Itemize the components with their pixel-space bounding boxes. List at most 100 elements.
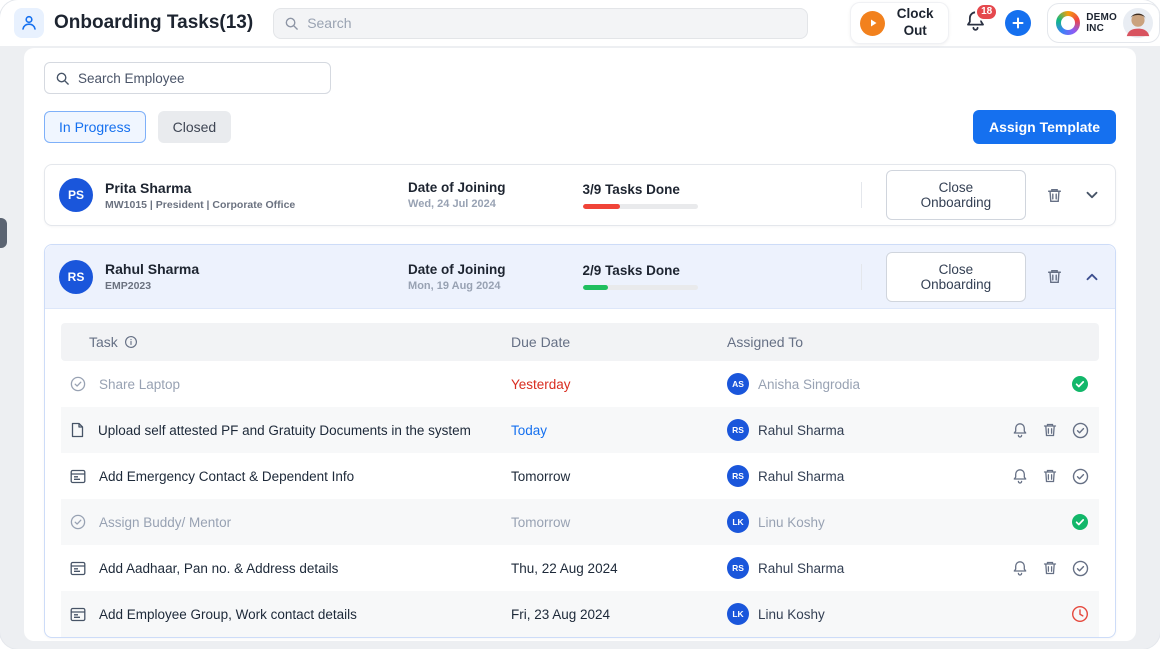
task-row[interactable]: Add Emergency Contact & Dependent Info T… [61, 453, 1099, 499]
notifications-button[interactable]: 18 [965, 10, 989, 36]
employee-card-prita: PS Prita Sharma MW1015 | President | Cor… [44, 164, 1116, 226]
user-avatar [1123, 8, 1153, 38]
check-circle-icon [70, 376, 86, 392]
check-circle-icon [70, 514, 86, 530]
task-row[interactable]: Add Employee Group, Work contact details… [61, 591, 1099, 637]
tab-closed[interactable]: Closed [158, 111, 232, 143]
assign-template-button[interactable]: Assign Template [973, 110, 1116, 144]
due-date: Thu, 22 Aug 2024 [511, 561, 618, 576]
employee-actions: Close Onboarding [886, 170, 1101, 220]
search-icon [55, 71, 70, 86]
page-title: Onboarding Tasks(13) [54, 12, 253, 34]
due-date: Fri, 23 Aug 2024 [511, 607, 610, 622]
delete-onboarding-button[interactable] [1046, 187, 1063, 204]
column-assigned-to: Assigned To [727, 334, 981, 350]
date-of-joining: Date of Joining Mon, 19 Aug 2024 [408, 262, 583, 292]
employee-identity: PS Prita Sharma MW1015 | President | Cor… [59, 178, 408, 212]
assignee-avatar: RS [727, 465, 749, 487]
assignee-avatar: AS [727, 373, 749, 395]
due-date: Today [511, 423, 547, 438]
app-window: Onboarding Tasks(13) Clock Out 18 [0, 0, 1160, 649]
task-table: Task Due Date Assigned To Share Laptop [61, 323, 1099, 637]
form-icon [70, 607, 86, 622]
company-switcher[interactable]: DEMO INC [1047, 3, 1160, 43]
tasks-progress: 3/9 Tasks Done [583, 182, 861, 209]
delete-task-icon[interactable] [1042, 468, 1058, 484]
close-onboarding-button[interactable]: Close Onboarding [886, 170, 1026, 220]
clock-out-button[interactable]: Clock Out [850, 2, 949, 44]
top-bar: Onboarding Tasks(13) Clock Out 18 [0, 0, 1160, 46]
global-search[interactable] [273, 8, 808, 39]
tasks-progress: 2/9 Tasks Done [583, 263, 861, 290]
assignee-name: Linu Koshy [758, 515, 825, 530]
global-search-input[interactable] [307, 15, 797, 31]
due-date: Yesterday [511, 377, 571, 392]
task-row[interactable]: Add Aadhaar, Pan no. & Address details T… [61, 545, 1099, 591]
task-done-icon [1071, 375, 1089, 393]
plus-icon [1012, 17, 1024, 29]
remind-bell-icon[interactable] [1012, 560, 1028, 577]
task-row[interactable]: Upload self attested PF and Gratuity Doc… [61, 407, 1099, 453]
collapse-chevron-up-icon[interactable] [1083, 268, 1101, 286]
overdue-clock-icon [1071, 605, 1089, 623]
employee-search-input[interactable] [78, 71, 320, 86]
due-date: Tomorrow [511, 515, 570, 530]
assignee-avatar: LK [727, 511, 749, 533]
delete-task-icon[interactable] [1042, 422, 1058, 438]
task-row[interactable]: Assign Buddy/ Mentor Tomorrow LK Linu Ko… [61, 499, 1099, 545]
company-name: DEMO INC [1086, 12, 1117, 35]
task-title: Add Employee Group, Work contact details [99, 607, 357, 622]
remind-bell-icon[interactable] [1012, 468, 1028, 485]
task-title: Add Aadhaar, Pan no. & Address details [99, 561, 338, 576]
add-button[interactable] [1005, 10, 1031, 36]
sidebar-handle[interactable] [0, 218, 7, 248]
employee-card-rahul: RS Rahul Sharma EMP2023 Date of Joining … [44, 244, 1116, 638]
employee-search[interactable] [44, 62, 331, 94]
mark-done-icon[interactable] [1072, 560, 1089, 577]
mark-done-icon[interactable] [1072, 422, 1089, 439]
employee-card-header: PS Prita Sharma MW1015 | President | Cor… [45, 165, 1115, 225]
due-date: Tomorrow [511, 469, 570, 484]
progress-bar [583, 204, 698, 209]
assignee-name: Linu Koshy [758, 607, 825, 622]
task-title: Upload self attested PF and Gratuity Doc… [98, 423, 471, 438]
divider [861, 182, 862, 208]
divider [861, 264, 862, 290]
search-icon [284, 16, 299, 31]
task-row[interactable]: Share Laptop Yesterday AS Anisha Singrod… [61, 361, 1099, 407]
app-logo-icon[interactable] [14, 8, 44, 38]
task-done-icon [1071, 513, 1089, 531]
clock-out-label: Clock Out [894, 6, 936, 40]
employee-actions: Close Onboarding [886, 252, 1101, 302]
form-icon [70, 469, 86, 484]
main-content: In Progress Closed Assign Template PS Pr… [24, 48, 1136, 641]
employee-card-header: RS Rahul Sharma EMP2023 Date of Joining … [45, 245, 1115, 309]
date-of-joining: Date of Joining Wed, 24 Jul 2024 [408, 180, 583, 210]
expand-chevron-down-icon[interactable] [1083, 186, 1101, 204]
assignee-avatar: RS [727, 557, 749, 579]
remind-bell-icon[interactable] [1012, 422, 1028, 439]
assignee-name: Anisha Singrodia [758, 377, 860, 392]
employee-meta: MW1015 | President | Corporate Office [105, 199, 295, 211]
close-onboarding-button[interactable]: Close Onboarding [886, 252, 1026, 302]
notification-badge: 18 [975, 3, 998, 21]
task-title: Share Laptop [99, 377, 180, 392]
tab-in-progress[interactable]: In Progress [44, 111, 146, 143]
assignee-avatar: RS [727, 419, 749, 441]
progress-bar [583, 285, 698, 290]
mark-done-icon[interactable] [1072, 468, 1089, 485]
delete-task-icon[interactable] [1042, 560, 1058, 576]
column-due-date: Due Date [511, 334, 727, 350]
employee-name: Prita Sharma [105, 180, 295, 196]
top-right-actions: Clock Out 18 DEMO INC [850, 2, 1146, 44]
delete-onboarding-button[interactable] [1046, 268, 1063, 285]
form-icon [70, 561, 86, 576]
task-table-header: Task Due Date Assigned To [61, 323, 1099, 361]
assignee-name: Rahul Sharma [758, 561, 844, 576]
employee-avatar: PS [59, 178, 93, 212]
assignee-name: Rahul Sharma [758, 469, 844, 484]
clock-play-icon [860, 11, 885, 36]
employee-name: Rahul Sharma [105, 261, 199, 277]
column-task: Task [89, 334, 118, 350]
info-icon[interactable] [124, 335, 138, 349]
